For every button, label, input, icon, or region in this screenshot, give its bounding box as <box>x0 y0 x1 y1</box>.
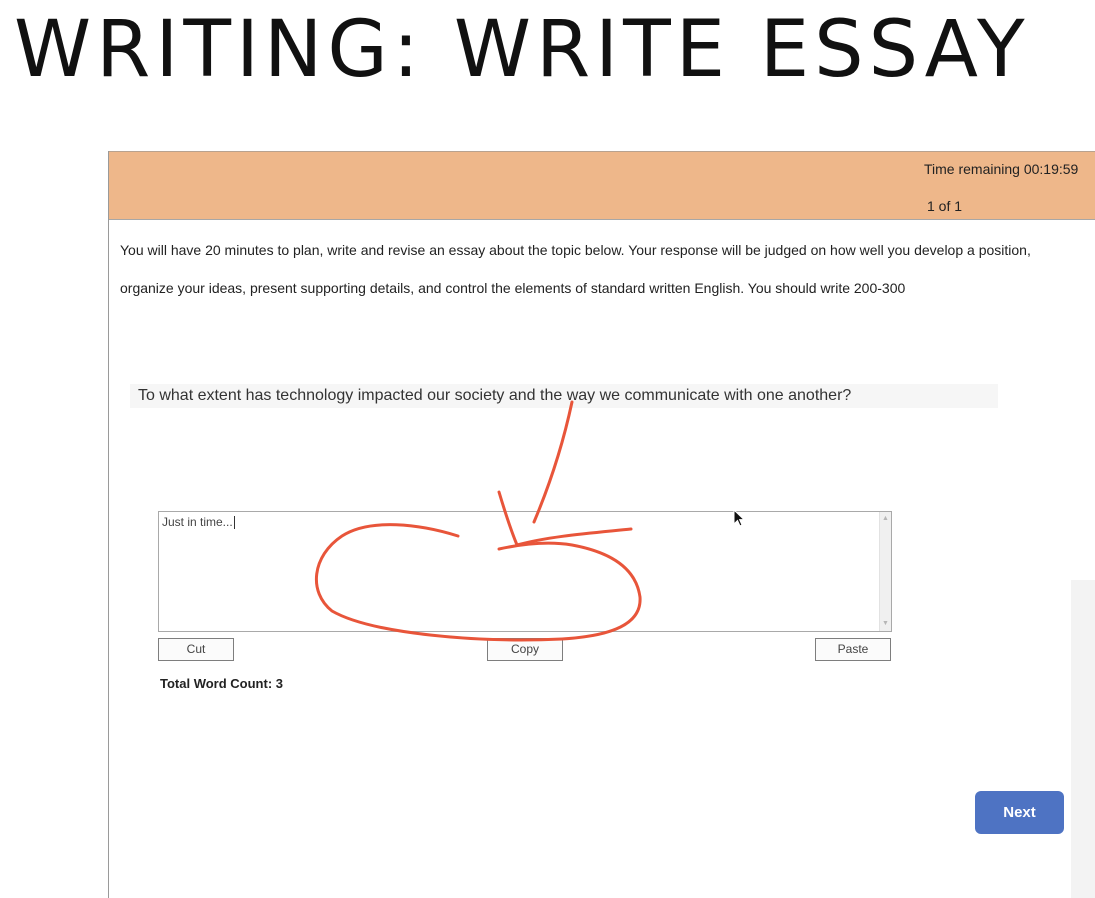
next-button[interactable]: Next <box>975 791 1064 834</box>
mouse-pointer-icon <box>733 509 746 527</box>
scroll-down-arrow-icon[interactable]: ▼ <box>882 620 889 628</box>
total-word-count: Total Word Count: 3 <box>160 676 283 691</box>
essay-value: Just in time... <box>162 515 233 529</box>
test-header-bar: Time remaining 00:19:59 1 of 1 <box>109 151 1095 220</box>
text-caret <box>233 516 235 530</box>
test-window: Time remaining 00:19:59 1 of 1 You will … <box>108 151 1095 898</box>
essay-textarea[interactable]: Just in time... ▲ ▼ <box>158 511 892 632</box>
essay-text: Just in time... <box>162 515 235 530</box>
scroll-up-arrow-icon[interactable]: ▲ <box>882 515 889 523</box>
slide-title: WRITING: WRITE ESSAY <box>14 5 1030 95</box>
essay-scrollbar[interactable]: ▲ ▼ <box>879 512 891 631</box>
right-side-panel <box>1071 580 1095 898</box>
slide: WRITING: WRITE ESSAY Time remaining 00:1… <box>0 0 1095 898</box>
time-remaining: Time remaining 00:19:59 <box>924 161 1079 177</box>
instructions-text: You will have 20 minutes to plan, write … <box>120 242 1031 296</box>
cut-button[interactable]: Cut <box>158 638 234 661</box>
page-count: 1 of 1 <box>927 198 963 214</box>
copy-button[interactable]: Copy <box>487 638 563 661</box>
paste-button[interactable]: Paste <box>815 638 891 661</box>
essay-prompt: To what extent has technology impacted o… <box>130 384 998 408</box>
